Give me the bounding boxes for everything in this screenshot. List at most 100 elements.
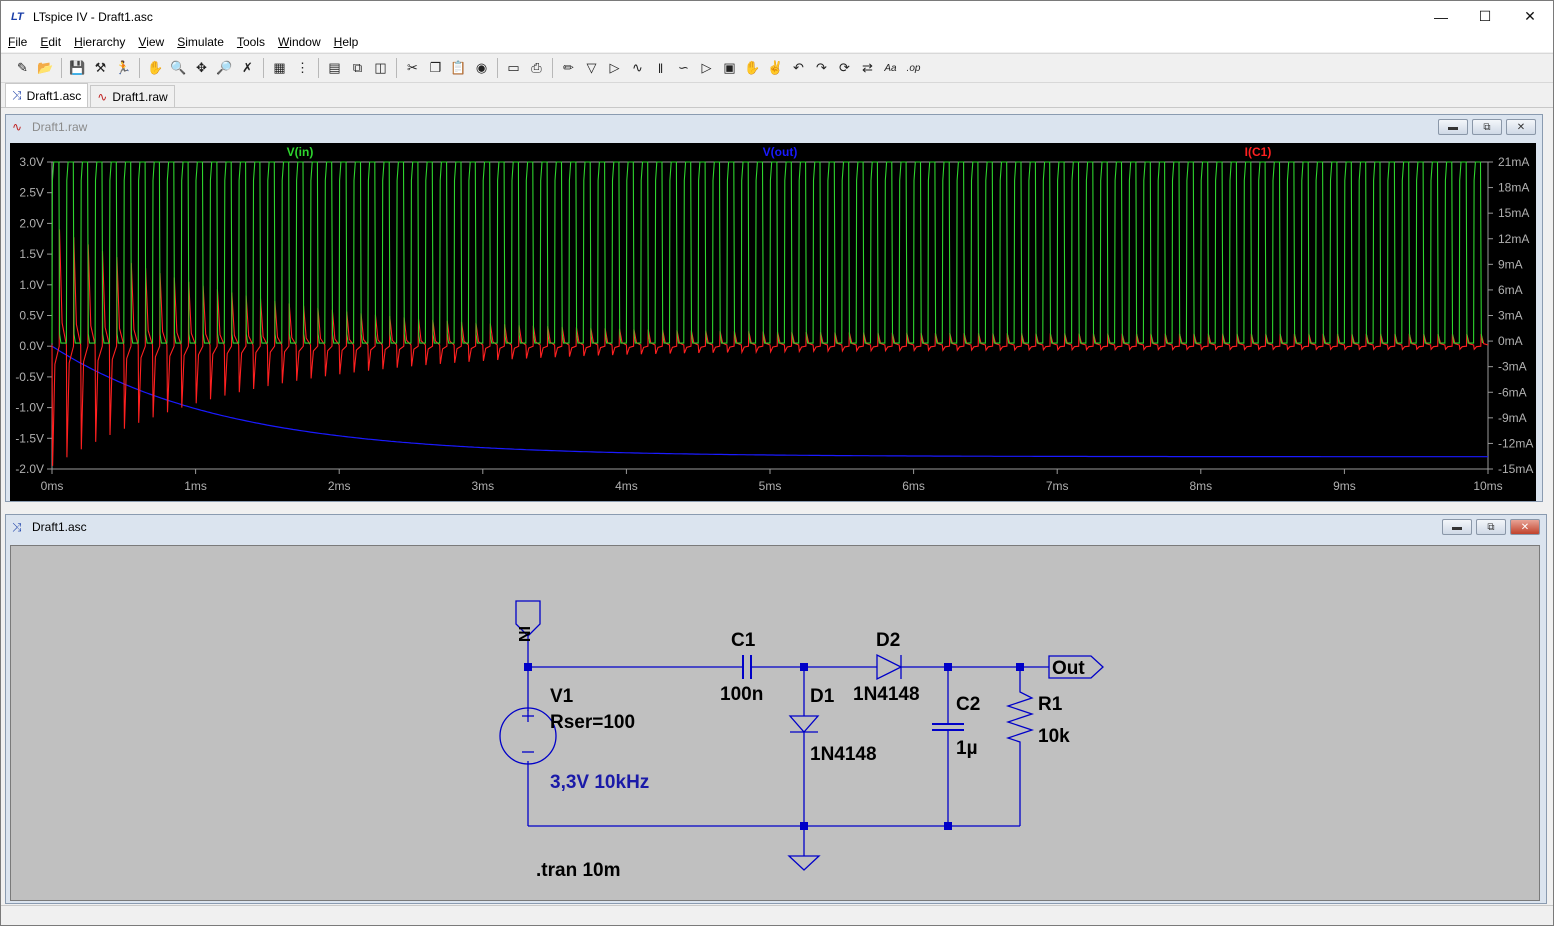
- menu-view[interactable]: View: [131, 32, 170, 52]
- x-tick-label: 9ms: [1333, 479, 1356, 493]
- control-panel-icon[interactable]: ⚒: [89, 57, 112, 79]
- diode-icon[interactable]: ▷: [695, 57, 718, 79]
- mirror-icon[interactable]: ⇄: [856, 57, 879, 79]
- menu-bar: File Edit Hierarchy View Simulate Tools Window…: [1, 32, 1553, 52]
- waveform-plot-pane[interactable]: 3.0V 2.5V 2.0V 1.5V 1.0V 0.5V 0.0V -0.5V -1.0V -1…: [10, 143, 1536, 501]
- pan-icon[interactable]: ✥: [190, 57, 213, 79]
- resistor-icon[interactable]: ∿: [626, 57, 649, 79]
- v1-name: V1: [550, 686, 574, 707]
- y-tick-label: -1.0V: [15, 401, 44, 415]
- close-button[interactable]: ✕: [1507, 1, 1553, 32]
- redo-icon[interactable]: ↷: [810, 57, 833, 79]
- diode-d1-icon[interactable]: [788, 715, 820, 733]
- y-tick-label: 2.5V: [19, 186, 44, 200]
- y2-tick-label: 18mA: [1498, 181, 1529, 195]
- label-net-icon[interactable]: ▷: [603, 57, 626, 79]
- y-tick-label: 1.0V: [19, 278, 44, 292]
- legend-vout[interactable]: V(out): [763, 145, 798, 159]
- waveform-icon: ∿: [12, 120, 23, 134]
- toolbar-separator: [497, 58, 498, 78]
- component-icon[interactable]: ▣: [718, 57, 741, 79]
- y2-tick-label: 15mA: [1498, 206, 1529, 220]
- find-icon[interactable]: ◉: [470, 57, 493, 79]
- tab-draft1-raw[interactable]: ∿ Draft1.raw: [90, 85, 175, 107]
- tile-vertical-icon[interactable]: ◫: [369, 57, 392, 79]
- spice-directive[interactable]: .tran 10m: [536, 860, 620, 881]
- child-minimize-button[interactable]: ▬: [1442, 519, 1472, 535]
- zoom-cancel-icon[interactable]: ✗: [236, 57, 259, 79]
- schematic-drawing[interactable]: IN V1 Rser=100 C1 100n D1 1N4148 D2 1N41…: [11, 546, 1541, 902]
- copy-icon[interactable]: ❐: [424, 57, 447, 79]
- menu-help[interactable]: Help: [327, 32, 365, 52]
- undo-icon[interactable]: ↶: [787, 57, 810, 79]
- drag-icon[interactable]: ✌: [764, 57, 787, 79]
- schematic-window-title: Draft1.asc: [32, 520, 87, 534]
- mark-units-icon[interactable]: ⋮: [291, 57, 314, 79]
- x-tick-label: 7ms: [1046, 479, 1069, 493]
- zoom-in-icon[interactable]: 🔍: [167, 57, 190, 79]
- paste-icon[interactable]: 📋: [447, 57, 470, 79]
- tab-draft1-asc[interactable]: ⤨ Draft1.asc: [5, 83, 89, 107]
- autorange-icon[interactable]: ▦: [268, 57, 291, 79]
- waveform-window-title: Draft1.raw: [32, 120, 88, 134]
- tile-horizontal-icon[interactable]: ▤: [323, 57, 346, 79]
- zoom-out-icon[interactable]: 🔎: [213, 57, 236, 79]
- minimize-button[interactable]: —: [1418, 1, 1464, 32]
- waveform-chart[interactable]: 3.0V 2.5V 2.0V 1.5V 1.0V 0.5V 0.0V -0.5V -1.0V -1…: [10, 143, 1536, 501]
- y2-tick-label: -9mA: [1498, 411, 1527, 425]
- tab-label: Draft1.asc: [26, 88, 82, 103]
- legend-vin[interactable]: V(in): [287, 145, 314, 159]
- draw-wire-icon[interactable]: ✏: [557, 57, 580, 79]
- legend-ic1[interactable]: I(C1): [1245, 145, 1272, 159]
- run-icon[interactable]: 🏃: [112, 57, 135, 79]
- capacitor-icon[interactable]: ‖: [649, 57, 672, 79]
- cut-icon[interactable]: ✂: [401, 57, 424, 79]
- print-icon[interactable]: ⎙: [525, 57, 548, 79]
- open-icon[interactable]: 📂: [34, 57, 57, 79]
- print-setup-icon[interactable]: ▭: [502, 57, 525, 79]
- ground-icon[interactable]: ▽: [580, 57, 603, 79]
- toolbar-separator: [61, 58, 62, 78]
- series-v-in: [51, 161, 1484, 344]
- schematic-canvas[interactable]: IN V1 Rser=100 C1 100n D1 1N4148 D2 1N41…: [10, 545, 1540, 901]
- schematic-window-header[interactable]: ⤨ Draft1.asc ▬ ⧉ ✕: [6, 515, 1546, 539]
- move-icon[interactable]: ✋: [741, 57, 764, 79]
- y2-tick-label: 12mA: [1498, 232, 1529, 246]
- menu-window[interactable]: Window: [271, 32, 327, 52]
- text-icon[interactable]: Aa: [879, 57, 902, 79]
- child-close-button[interactable]: ✕: [1510, 519, 1540, 535]
- child-minimize-button[interactable]: ▬: [1438, 119, 1468, 135]
- x-tick-label: 5ms: [759, 479, 782, 493]
- menu-hierarchy[interactable]: Hierarchy: [67, 32, 131, 52]
- x-tick-label: 8ms: [1189, 479, 1212, 493]
- menu-file[interactable]: File: [1, 32, 33, 52]
- diode-d2-icon[interactable]: [876, 653, 903, 681]
- inductor-icon[interactable]: ∽: [672, 57, 695, 79]
- y-tick-label: 0.5V: [19, 309, 44, 323]
- y2-tick-label: 3mA: [1498, 309, 1523, 323]
- ground-icon[interactable]: [787, 855, 821, 871]
- child-close-button[interactable]: ✕: [1506, 119, 1536, 135]
- maximize-button[interactable]: ☐: [1462, 1, 1508, 32]
- y-tick-label: -0.5V: [15, 370, 44, 384]
- child-restore-button[interactable]: ⧉: [1476, 519, 1506, 535]
- toolbar: ✎ 📂 💾 ⚒ 🏃 ✋ 🔍 ✥ 🔎 ✗ ▦ ⋮ ▤ ⧉ ◫ ✂ ❐ 📋 ◉ ▭ ⎙ ✏ ▽ ▷ ∿ ‖ ∽ ▷ ▣ ✋ ✌ ↶ ↷ ⟳ ⇄ Aa .op: [1, 53, 1553, 83]
- waveform-window-header[interactable]: ∿ Draft1.raw ▬ ⧉ ✕: [6, 115, 1542, 139]
- menu-tools[interactable]: Tools: [230, 32, 271, 52]
- menu-simulate[interactable]: Simulate: [170, 32, 230, 52]
- y2-tick-label: -6mA: [1498, 385, 1527, 399]
- child-restore-button[interactable]: ⧉: [1472, 119, 1502, 135]
- resistor-r1-icon[interactable]: [1005, 686, 1035, 746]
- y-tick-label: 1.5V: [19, 247, 44, 261]
- spice-directive-icon[interactable]: .op: [902, 57, 925, 79]
- status-bar: [1, 905, 1553, 925]
- rotate-icon[interactable]: ⟳: [833, 57, 856, 79]
- menu-edit[interactable]: Edit: [33, 32, 67, 52]
- toolbar-separator: [263, 58, 264, 78]
- save-icon[interactable]: 💾: [66, 57, 89, 79]
- cascade-icon[interactable]: ⧉: [346, 57, 369, 79]
- y-tick-label: -2.0V: [15, 462, 44, 476]
- new-schematic-icon[interactable]: ✎: [11, 57, 34, 79]
- y-tick-label: -1.5V: [15, 431, 44, 445]
- halt-icon[interactable]: ✋: [144, 57, 167, 79]
